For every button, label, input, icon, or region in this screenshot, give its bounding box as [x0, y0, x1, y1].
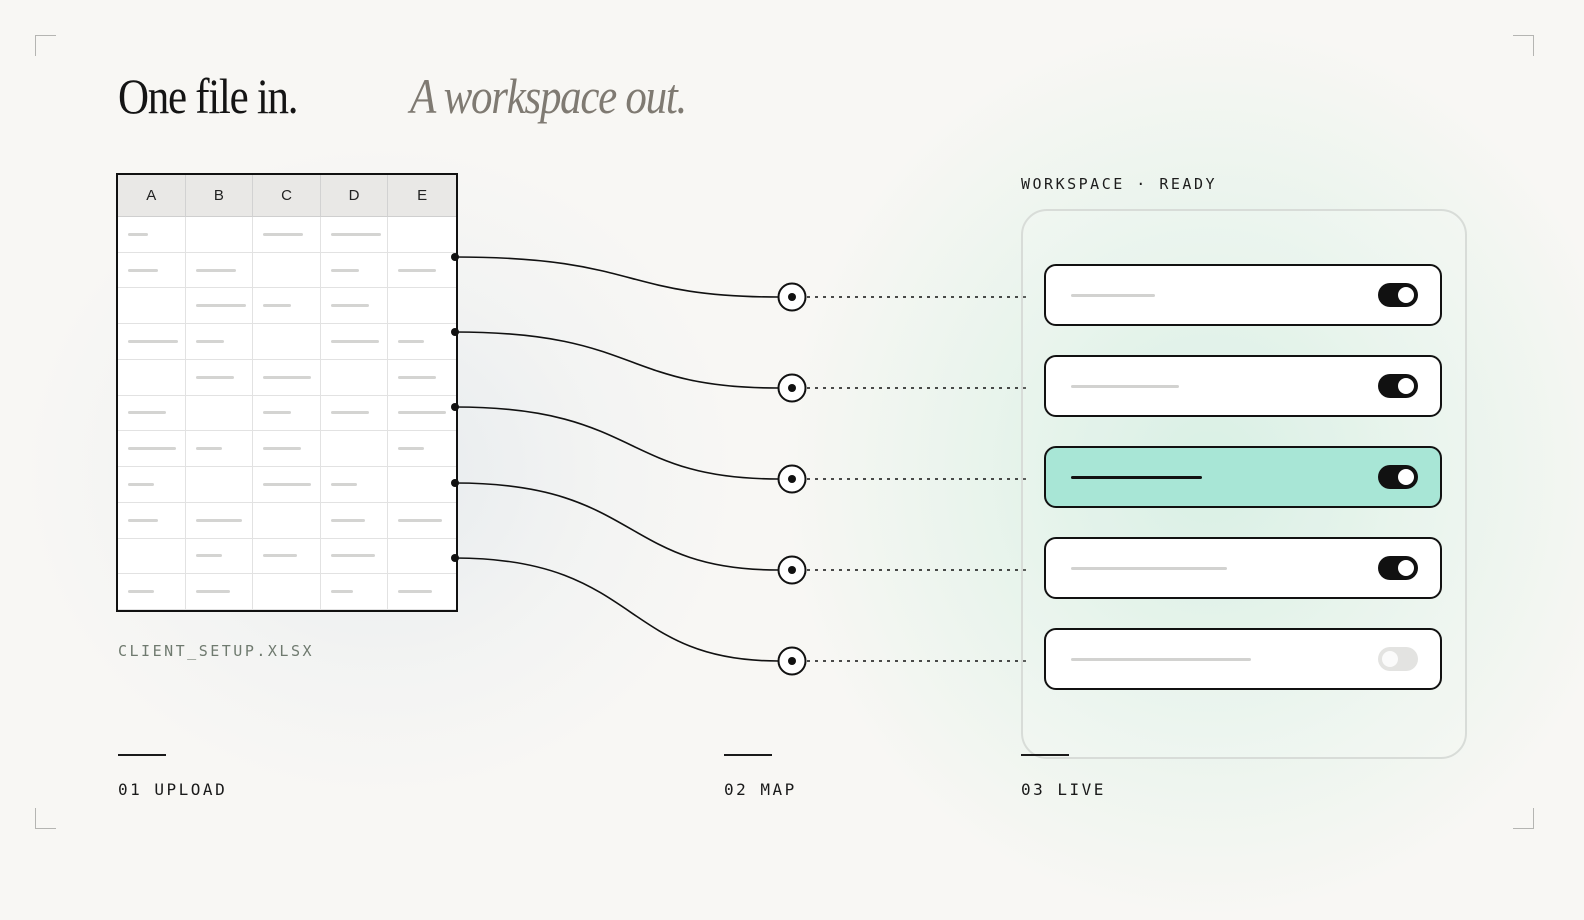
workspace-row[interactable] — [1044, 628, 1442, 690]
step-label-live: 03 LIVE — [1021, 780, 1106, 799]
connector-node-dot — [788, 384, 796, 392]
workspace-row[interactable] — [1044, 264, 1442, 326]
row-placeholder — [1071, 566, 1227, 570]
connector-anchor — [451, 253, 459, 261]
workspace-row[interactable] — [1044, 446, 1442, 508]
connector-node-dot — [788, 657, 796, 665]
connector-anchor — [451, 479, 459, 487]
row-toggle[interactable] — [1378, 374, 1418, 398]
connector-curve — [454, 557, 779, 662]
workspace-row[interactable] — [1044, 537, 1442, 599]
connector-node-dot — [788, 293, 796, 301]
connector-curve — [454, 406, 779, 480]
row-placeholder — [1071, 475, 1202, 479]
row-toggle[interactable] — [1378, 465, 1418, 489]
workspace-rows — [1044, 264, 1442, 719]
connector-anchor — [451, 328, 459, 336]
workspace-row[interactable] — [1044, 355, 1442, 417]
row-toggle[interactable] — [1378, 647, 1418, 671]
connector-anchor — [451, 403, 459, 411]
row-toggle[interactable] — [1378, 283, 1418, 307]
connector-curve — [454, 256, 779, 298]
connector-node-dot — [788, 566, 796, 574]
connector-anchor — [451, 554, 459, 562]
connector-curve — [454, 331, 779, 389]
connector-node-dot — [788, 475, 796, 483]
step-rule-upload — [118, 754, 166, 756]
step-label-upload: 01 UPLOAD — [118, 780, 228, 799]
row-placeholder — [1071, 293, 1155, 297]
step-label-map: 02 MAP — [724, 780, 797, 799]
step-rule-live — [1021, 754, 1069, 756]
row-placeholder — [1071, 384, 1179, 388]
workspace-status-label: WORKSPACE · READY — [1021, 175, 1218, 193]
connector-curve — [454, 482, 779, 571]
row-toggle[interactable] — [1378, 556, 1418, 580]
row-placeholder — [1071, 657, 1251, 661]
step-rule-map — [724, 754, 772, 756]
